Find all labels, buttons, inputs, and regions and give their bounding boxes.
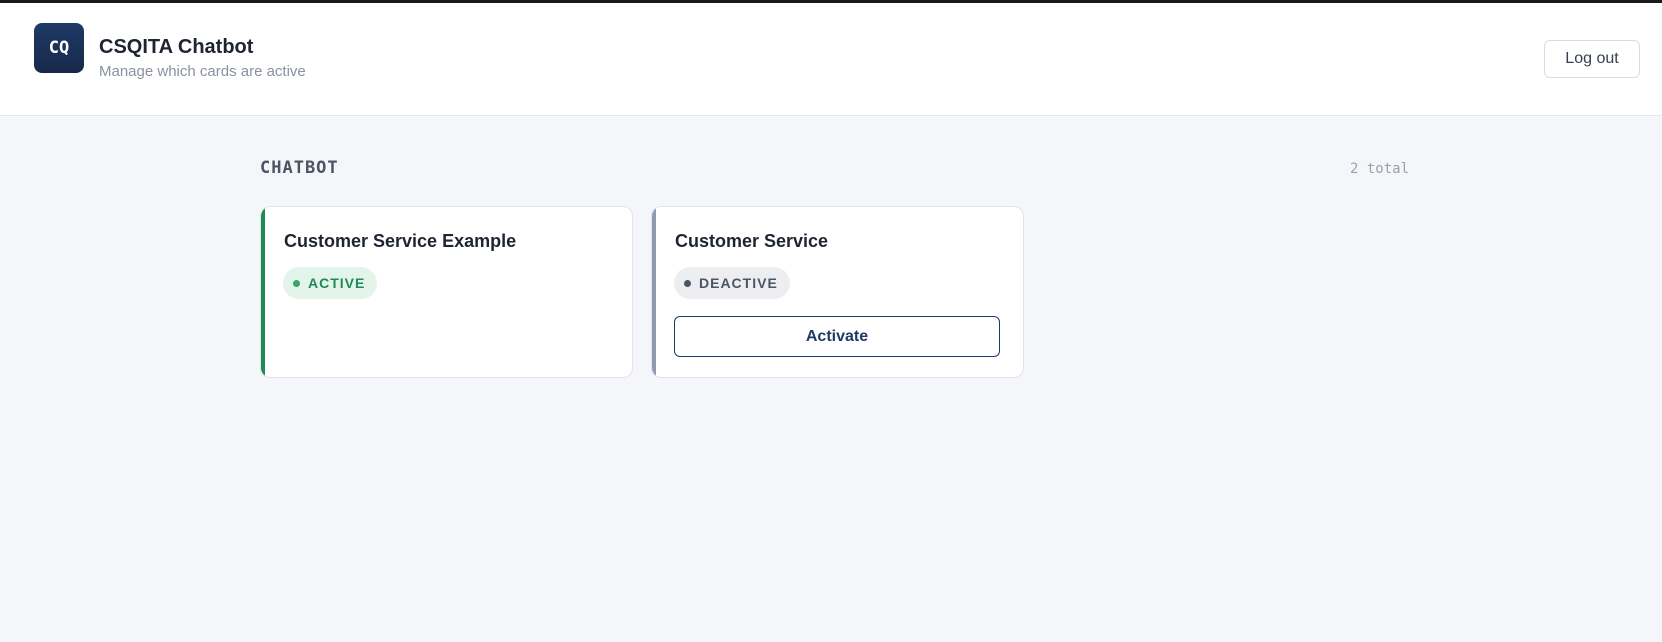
app-title: CSQITA Chatbot xyxy=(99,36,254,58)
status-label: DEACTIVE xyxy=(699,275,778,291)
activate-button[interactable]: Activate xyxy=(674,316,1000,357)
status-badge: DEACTIVE xyxy=(674,267,790,299)
card-title: Customer Service Example xyxy=(284,231,517,251)
section-count: 2 total xyxy=(1350,161,1410,177)
card-accent-bar xyxy=(261,207,265,377)
logout-button[interactable]: Log out xyxy=(1544,40,1640,78)
app-logo: CQ xyxy=(34,23,84,73)
app-header: CQ CSQITA Chatbot Manage which cards are… xyxy=(0,3,1662,116)
status-dot-icon xyxy=(293,279,300,287)
status-dot-icon xyxy=(684,279,691,287)
status-badge: ACTIVE xyxy=(283,267,378,299)
section-title: CHATBOT xyxy=(260,158,339,178)
card-customer-service: Customer Service DEACTIVE Activate xyxy=(651,206,1024,378)
status-label: ACTIVE xyxy=(308,275,366,291)
card-customer-service-example: Customer Service Example ACTIVE xyxy=(260,206,633,378)
card-title: Customer Service xyxy=(675,231,829,251)
card-accent-bar xyxy=(652,207,656,377)
app-subtitle: Manage which cards are active xyxy=(99,63,306,80)
